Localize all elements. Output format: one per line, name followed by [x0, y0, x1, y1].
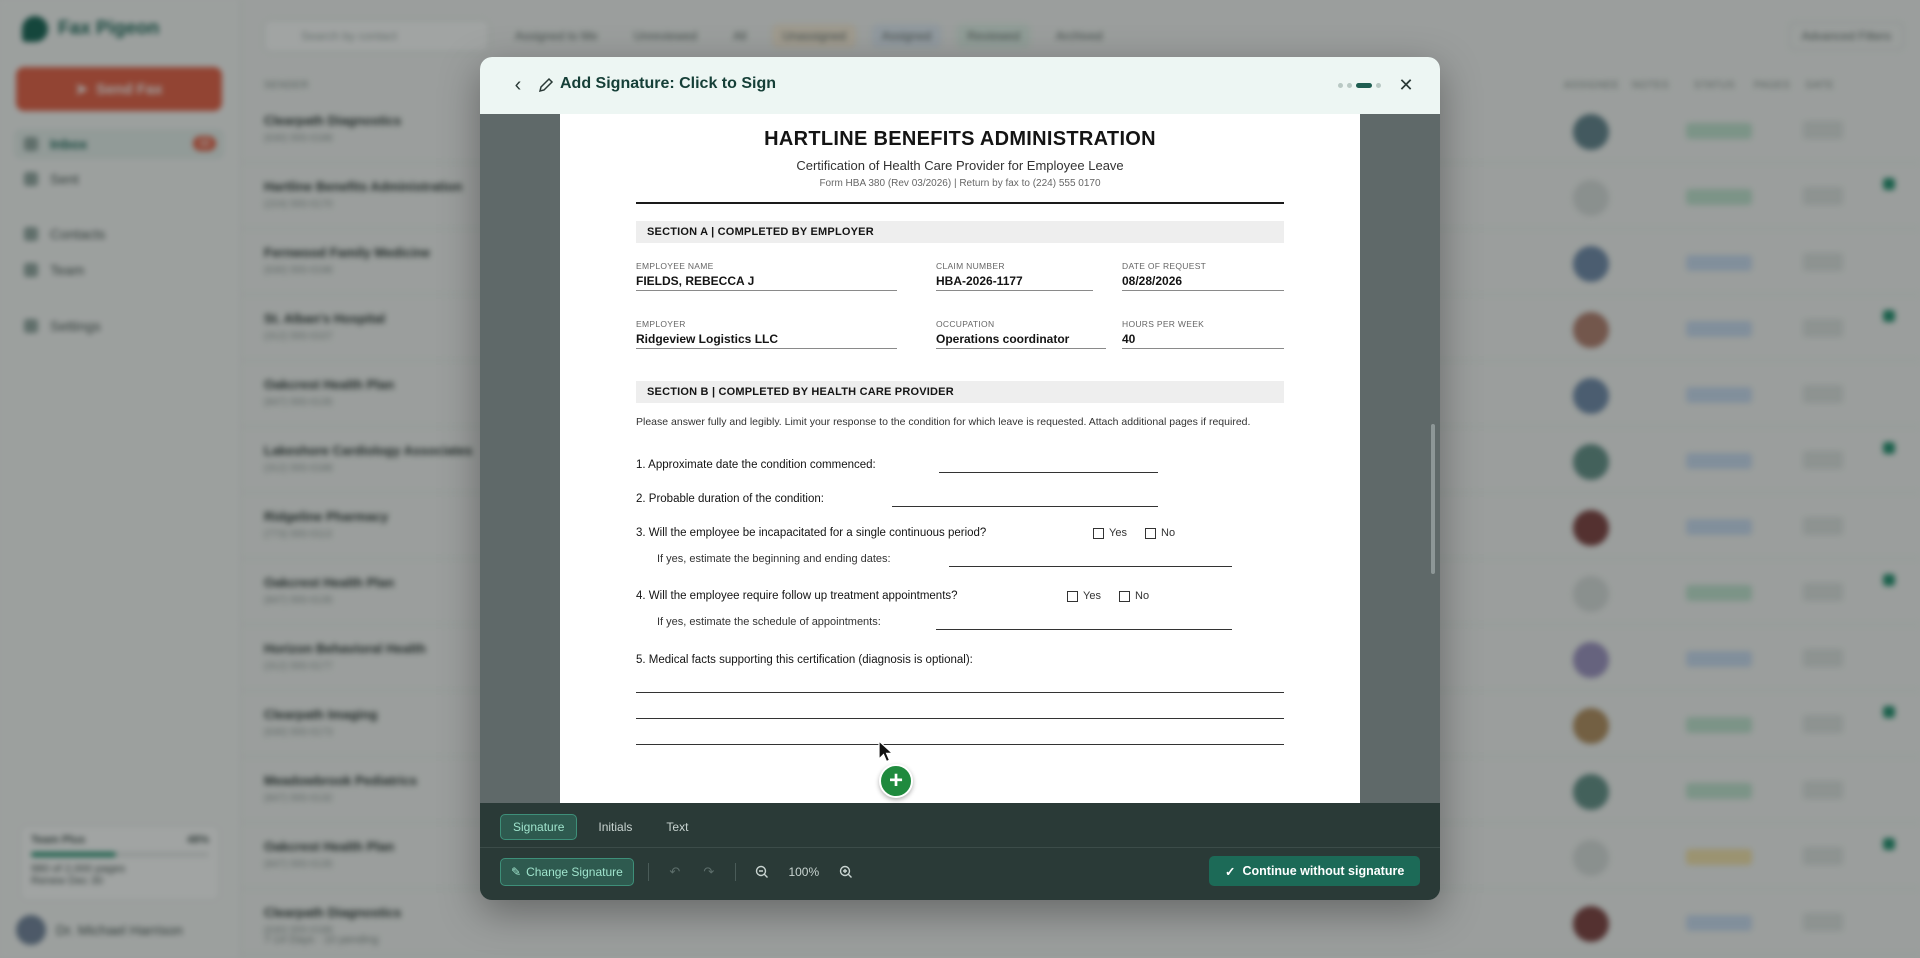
section-a-heading: SECTION A | COMPLETED BY EMPLOYER: [636, 221, 1284, 243]
claim-number-field: CLAIM NUMBER HBA-2026-1177: [936, 261, 1093, 291]
answer-line-4[interactable]: [936, 629, 1232, 630]
question-2: 2. Probable duration of the condition:: [636, 493, 824, 505]
question-3: 3. Will the employee be incapacitated fo…: [636, 527, 987, 539]
answer-line-5a[interactable]: [636, 692, 1284, 693]
modal-header: ‹ Add Signature: Click to Sign ✕: [480, 57, 1440, 114]
occupation-field: OCCUPATION Operations coordinator: [936, 319, 1106, 349]
step-dot: [1376, 83, 1381, 88]
hours-per-week-field: HOURS PER WEEK 40: [1122, 319, 1284, 349]
back-arrow-icon[interactable]: ‹: [506, 73, 530, 97]
q4-no-checkbox[interactable]: No: [1119, 590, 1149, 602]
field-label: EMPLOYEE NAME: [636, 261, 714, 271]
field-value: 08/28/2026: [1122, 274, 1183, 288]
change-signature-button[interactable]: ✎ Change Signature: [500, 858, 634, 886]
question-5: 5. Medical facts supporting this certifi…: [636, 654, 973, 666]
document-subtitle: Certification of Health Care Provider fo…: [796, 158, 1124, 173]
step-dot-active: [1356, 83, 1372, 88]
q4-yes-checkbox[interactable]: Yes: [1067, 590, 1101, 602]
section-b-instructions: Please answer fully and legibly. Limit y…: [636, 416, 1251, 428]
answer-line-2[interactable]: [892, 506, 1158, 507]
checkbox-box: [1145, 527, 1156, 539]
zoom-level: 100%: [788, 865, 820, 879]
checkbox-label: Yes: [1109, 527, 1127, 539]
toolbar-separator: [734, 863, 736, 881]
header-rule: [636, 202, 1284, 204]
question-4-followup: If yes, estimate the schedule of appoint…: [657, 616, 881, 628]
pen-icon: ✎: [511, 865, 522, 879]
employee-name-field: EMPLOYEE NAME FIELDS, REBECCA J: [636, 261, 897, 291]
signature-modal: ‹ Add Signature: Click to Sign ✕ HARTLIN…: [480, 57, 1440, 900]
checkbox-box: [1067, 590, 1078, 602]
answer-line-5c[interactable]: [636, 744, 1284, 745]
question-4: 4. Will the employee require follow up t…: [636, 590, 958, 602]
mouse-cursor-icon: [878, 740, 895, 763]
document-viewer[interactable]: HARTLINE BENEFITS ADMINISTRATION Certifi…: [480, 114, 1440, 803]
checkbox-box: [1093, 527, 1104, 539]
pen-icon: [534, 73, 558, 97]
question-3-followup: If yes, estimate the beginning and endin…: [657, 553, 891, 565]
tab-initials[interactable]: Initials: [585, 814, 645, 840]
checkbox-box: [1119, 590, 1130, 602]
field-label: CLAIM NUMBER: [936, 261, 1005, 271]
close-icon[interactable]: ✕: [1394, 73, 1418, 97]
field-value: 40: [1122, 332, 1136, 346]
step-dot: [1347, 83, 1352, 88]
tab-signature[interactable]: Signature: [500, 814, 578, 840]
signature-toolbar: Signature Initials Text ✎ Change Signatu…: [480, 803, 1440, 900]
toolbar-tools: ✎ Change Signature ↶ ↷ 100%: [500, 858, 858, 886]
checkbox-label: No: [1161, 527, 1176, 539]
toolbar-divider: [480, 847, 1440, 848]
zoom-out-icon[interactable]: [750, 860, 774, 884]
zoom-in-icon[interactable]: [834, 860, 858, 884]
date-of-request-field: DATE OF REQUEST 08/28/2026: [1122, 261, 1284, 291]
undo-icon[interactable]: ↶: [663, 860, 687, 884]
step-indicator: [1338, 83, 1381, 88]
checkbox-label: Yes: [1083, 590, 1101, 602]
field-value: FIELDS, REBECCA J: [636, 274, 755, 288]
section-b-heading: SECTION B | COMPLETED BY HEALTH CARE PRO…: [636, 381, 1284, 403]
document-form-line: Form HBA 380 (Rev 03/2026) | Return by f…: [819, 178, 1101, 189]
employer-field: EMPLOYER Ridgeview Logistics LLC: [636, 319, 897, 349]
answer-line-1[interactable]: [939, 472, 1158, 473]
tab-text[interactable]: Text: [653, 814, 701, 840]
signature-type-tabs: Signature Initials Text: [500, 814, 701, 840]
document-title: HARTLINE BENEFITS ADMINISTRATION: [764, 128, 1156, 150]
step-dot: [1338, 83, 1343, 88]
toolbar-separator: [647, 863, 649, 881]
q3-no-checkbox[interactable]: No: [1145, 527, 1175, 539]
field-label: DATE OF REQUEST: [1122, 261, 1207, 271]
document-page[interactable]: HARTLINE BENEFITS ADMINISTRATION Certifi…: [560, 114, 1360, 803]
checkbox-label: No: [1135, 590, 1150, 602]
field-label: EMPLOYER: [636, 319, 686, 329]
answer-line-5b[interactable]: [636, 718, 1284, 719]
add-signature-button[interactable]: +: [879, 764, 913, 798]
modal-title: Add Signature: Click to Sign: [560, 75, 777, 92]
check-icon: ✓: [1225, 864, 1236, 879]
redo-icon[interactable]: ↷: [697, 860, 721, 884]
answer-line-3[interactable]: [949, 566, 1232, 567]
field-label: HOURS PER WEEK: [1122, 319, 1205, 329]
change-signature-label: Change Signature: [526, 865, 623, 879]
field-value: HBA-2026-1177: [936, 274, 1023, 288]
question-1: 1. Approximate date the condition commen…: [636, 459, 876, 471]
scrollbar[interactable]: [1431, 424, 1435, 574]
q3-yes-checkbox[interactable]: Yes: [1093, 527, 1127, 539]
continue-label: Continue without signature: [1242, 864, 1405, 878]
field-value: Ridgeview Logistics LLC: [636, 332, 779, 346]
field-value: Operations coordinator: [936, 332, 1070, 346]
continue-without-signature-button[interactable]: ✓ Continue without signature: [1209, 856, 1421, 886]
field-label: OCCUPATION: [936, 319, 995, 329]
